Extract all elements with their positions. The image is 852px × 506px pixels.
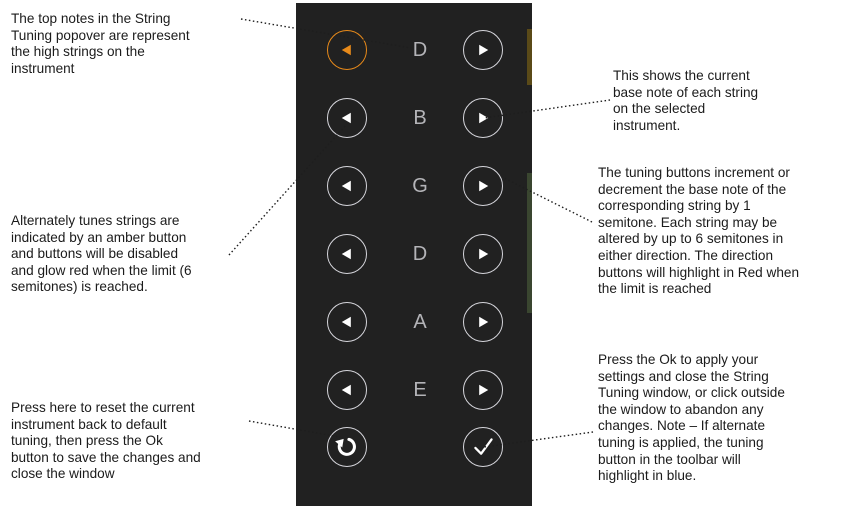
checkmark-icon	[474, 438, 493, 455]
decrement-button[interactable]	[327, 234, 367, 274]
reset-icon	[335, 437, 356, 456]
reset-button[interactable]	[327, 427, 367, 467]
decrement-button[interactable]	[327, 370, 367, 410]
annotation-ok: Press the Ok to apply your settings and …	[598, 352, 785, 484]
right-arrow-icon	[479, 248, 489, 260]
string-note-label: B	[413, 107, 427, 129]
increment-button[interactable]	[463, 370, 503, 410]
string-note-label: D	[412, 243, 428, 265]
increment-button[interactable]	[463, 302, 503, 342]
left-arrow-icon	[341, 384, 351, 396]
ok-button[interactable]	[463, 427, 503, 467]
string-note-label: G	[412, 175, 428, 197]
right-arrow-icon	[479, 44, 489, 56]
decrement-button[interactable]	[327, 302, 367, 342]
increment-button[interactable]	[463, 98, 503, 138]
string-note-label: D	[412, 39, 428, 61]
annotation-base-note: This shows the current base note of each…	[613, 68, 759, 133]
decrement-button[interactable]	[327, 30, 367, 70]
increment-button[interactable]	[463, 166, 503, 206]
decrement-button[interactable]	[327, 98, 367, 138]
popover-edge-strip	[527, 173, 532, 313]
increment-button[interactable]	[463, 30, 503, 70]
right-arrow-icon	[479, 112, 489, 124]
string-tuning-popover: D B G D A E	[296, 3, 532, 506]
decrement-button[interactable]	[327, 166, 367, 206]
left-arrow-icon	[341, 316, 351, 328]
increment-button[interactable]	[463, 234, 503, 274]
right-arrow-icon	[479, 316, 489, 328]
annotation-tuning-buttons: The tuning buttons increment or decremen…	[598, 165, 800, 297]
left-arrow-icon	[341, 248, 351, 260]
left-arrow-icon	[341, 180, 351, 192]
annotation-reset: Press here to reset the current instrume…	[11, 400, 201, 482]
left-arrow-icon	[341, 112, 351, 124]
left-arrow-icon	[341, 44, 351, 56]
right-arrow-icon	[479, 384, 489, 396]
annotation-top-notes: The top notes in the String Tuning popov…	[11, 11, 190, 76]
annotation-alternate-tunes: Alternately tunes strings are indicated …	[11, 213, 192, 295]
right-arrow-icon	[479, 180, 489, 192]
string-note-label: E	[413, 379, 427, 401]
popover-edge-strip	[527, 29, 532, 85]
string-note-label: A	[413, 311, 427, 333]
